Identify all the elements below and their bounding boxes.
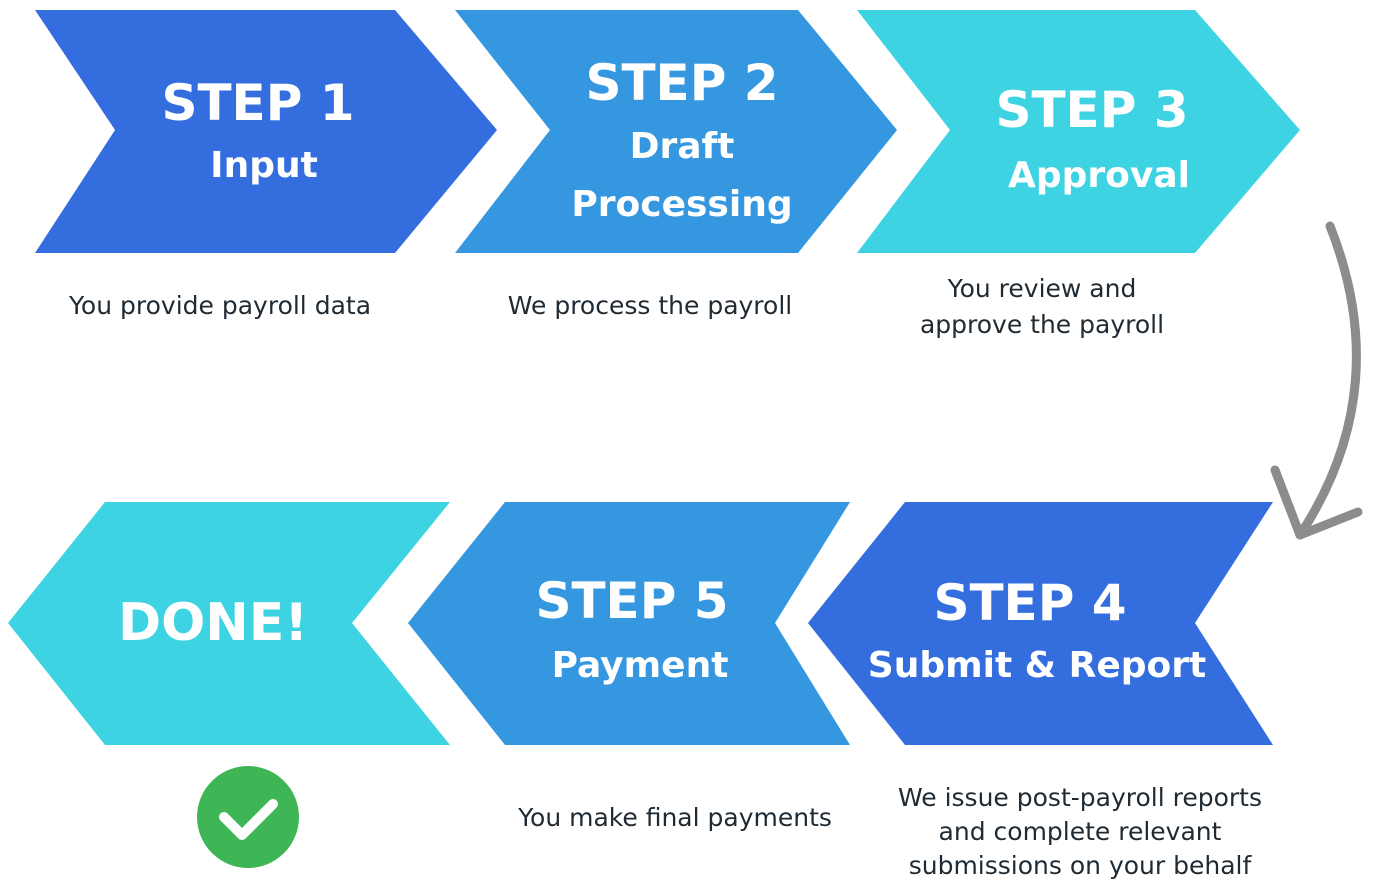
step-5-caption: You make final payments bbox=[518, 803, 832, 832]
step-2-subtitle-line-2: Processing bbox=[571, 184, 792, 225]
done-label: DONE! bbox=[118, 593, 308, 653]
step-4-caption: We issue post-payroll reports and comple… bbox=[898, 783, 1262, 880]
step-2-subtitle-line-1: Draft bbox=[630, 126, 735, 167]
step-1-caption: You provide payroll data bbox=[68, 291, 372, 320]
step-4-subtitle: Submit & Report bbox=[868, 645, 1206, 686]
step-3-label: STEP 3 bbox=[995, 81, 1188, 139]
step-5-subtitle: Payment bbox=[552, 645, 729, 686]
payroll-process-diagram: STEP 1 Input STEP 2 Draft Processing STE… bbox=[8, 10, 1363, 868]
step-3-caption: You review and approve the payroll bbox=[919, 274, 1165, 339]
curved-arrow-icon bbox=[1270, 221, 1363, 540]
step-2-caption: We process the payroll bbox=[507, 291, 793, 320]
step-3-subtitle: Approval bbox=[1008, 155, 1190, 196]
step-5-label: STEP 5 bbox=[535, 572, 728, 630]
step-2-label: STEP 2 bbox=[585, 54, 778, 112]
check-circle-icon bbox=[197, 766, 299, 868]
step-4-label: STEP 4 bbox=[933, 574, 1126, 632]
step-1-subtitle: Input bbox=[210, 145, 318, 186]
step-1-label: STEP 1 bbox=[161, 74, 354, 132]
